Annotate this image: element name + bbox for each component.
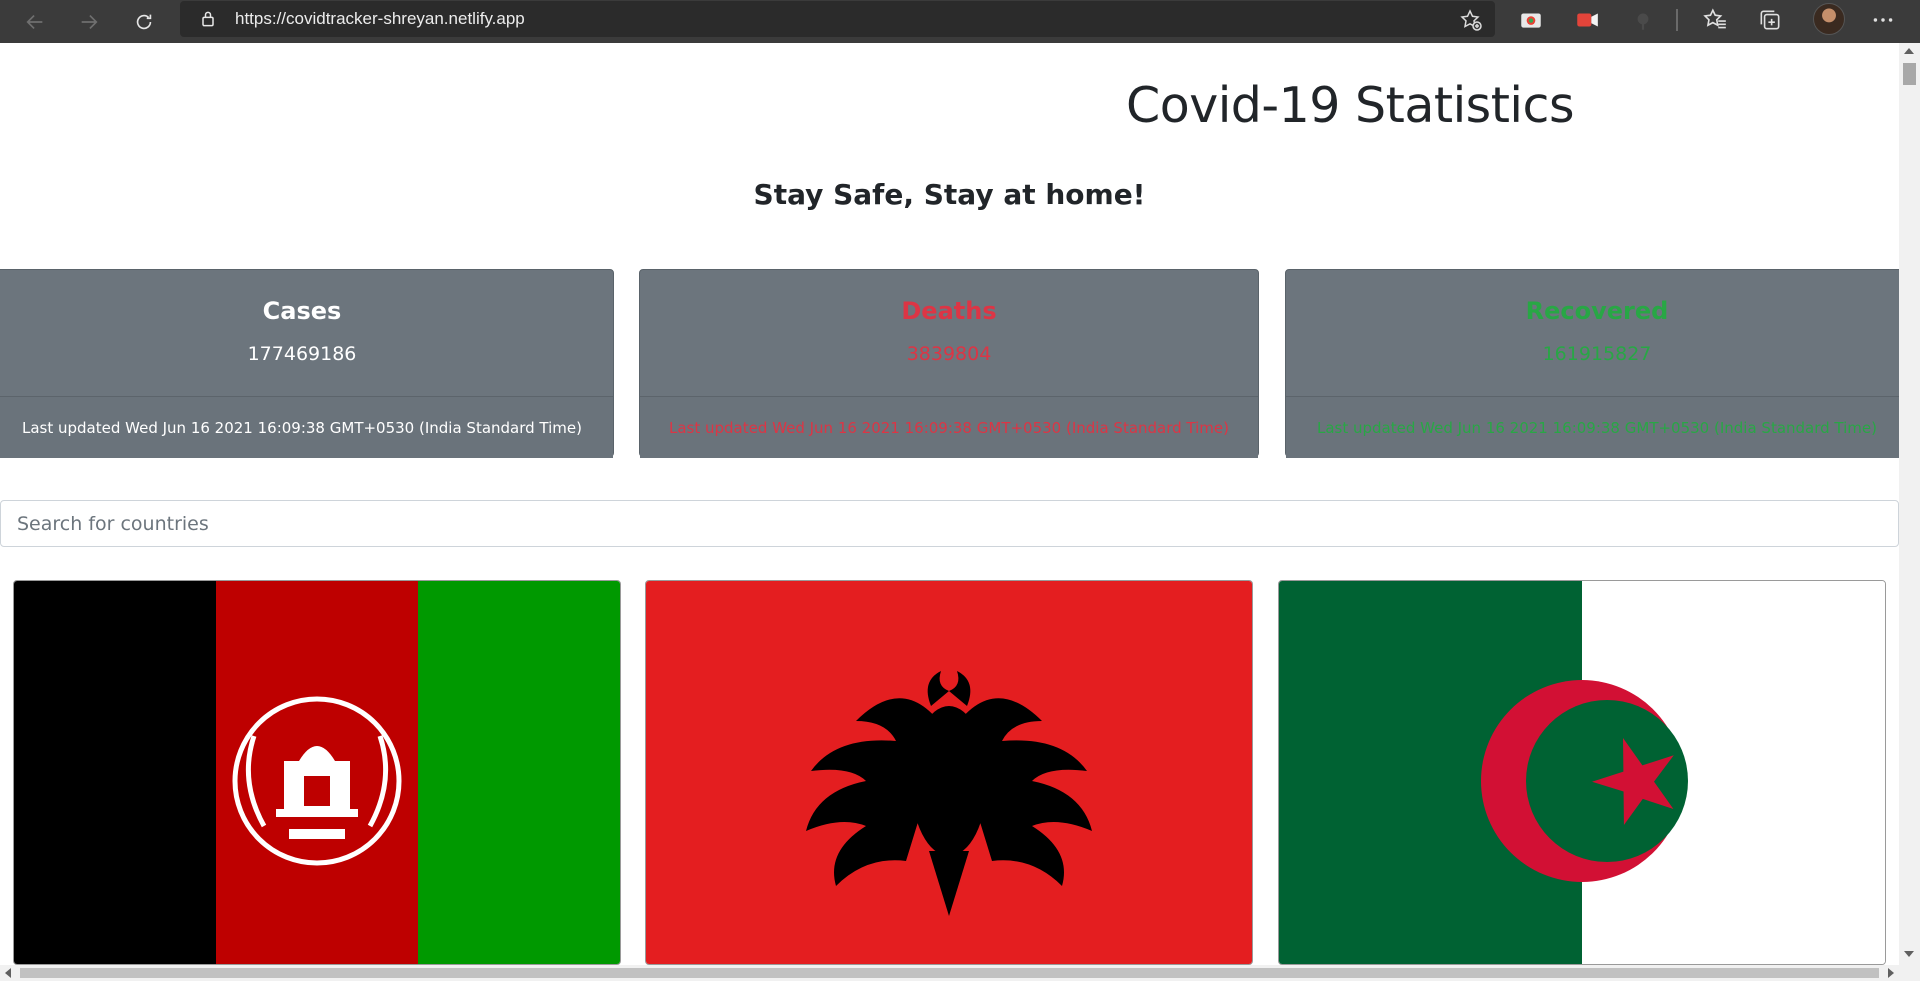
reload-icon[interactable] [126,4,162,40]
scroll-up-icon[interactable] [1904,48,1914,54]
cases-title: Cases [262,297,342,325]
forward-icon[interactable] [71,4,107,40]
collections-icon[interactable] [1757,7,1783,33]
recovered-card: Recovered 161915827 Last updated Wed Jun… [1285,269,1899,458]
scrollbar-corner [1899,965,1920,981]
cases-value: 177469186 [247,343,357,365]
vertical-scrollbar[interactable] [1899,43,1920,965]
recovered-updated: Last updated Wed Jun 16 2021 16:09:38 GM… [1286,396,1899,458]
deaths-card: Deaths 3839804 Last updated Wed Jun 16 2… [639,269,1259,458]
horizontal-scrollbar[interactable] [0,965,1899,981]
page-title: Covid-19 Statistics [1126,77,1575,134]
page-content: Covid-19 Statistics Stay Safe, Stay at h… [0,43,1899,965]
scroll-right-icon[interactable] [1888,968,1894,978]
tracker-icon[interactable] [1630,7,1656,33]
albania-flag [646,581,1252,964]
recovered-title: Recovered [1525,297,1669,325]
country-search-input[interactable] [0,500,1899,547]
scroll-left-icon[interactable] [5,968,11,978]
back-icon[interactable] [17,4,53,40]
add-favorite-icon[interactable] [1459,8,1483,32]
cases-updated: Last updated Wed Jun 16 2021 16:09:38 GM… [0,396,613,458]
page-subtitle: Stay Safe, Stay at home! [753,178,1146,211]
profile-avatar[interactable] [1813,3,1845,35]
recovered-value: 161915827 [1542,343,1652,365]
horizontal-scroll-thumb[interactable] [20,968,1879,978]
cases-card: Cases 177469186 Last updated Wed Jun 16 … [0,269,614,458]
vertical-scroll-thumb[interactable] [1903,63,1916,85]
scroll-down-icon[interactable] [1904,951,1914,957]
more-icon[interactable] [1870,7,1896,33]
afghanistan-flag [14,581,620,964]
deaths-updated: Last updated Wed Jun 16 2021 16:09:38 GM… [640,396,1258,458]
lock-icon[interactable] [198,9,218,29]
deaths-value: 3839804 [906,343,992,365]
country-card-algeria[interactable] [1278,580,1886,965]
deaths-title: Deaths [901,297,997,325]
toolbar-separator [1676,9,1678,31]
favorites-icon[interactable] [1702,7,1728,33]
extension-icon[interactable] [1518,7,1544,33]
record-icon[interactable] [1574,7,1600,33]
browser-toolbar: https://covidtracker-shreyan.netlify.app [0,0,1920,43]
algeria-flag [1279,581,1885,964]
country-card-albania[interactable] [645,580,1253,965]
address-bar[interactable]: https://covidtracker-shreyan.netlify.app [180,1,1495,37]
url-text[interactable]: https://covidtracker-shreyan.netlify.app [235,9,525,29]
country-card-afghanistan[interactable] [13,580,621,965]
